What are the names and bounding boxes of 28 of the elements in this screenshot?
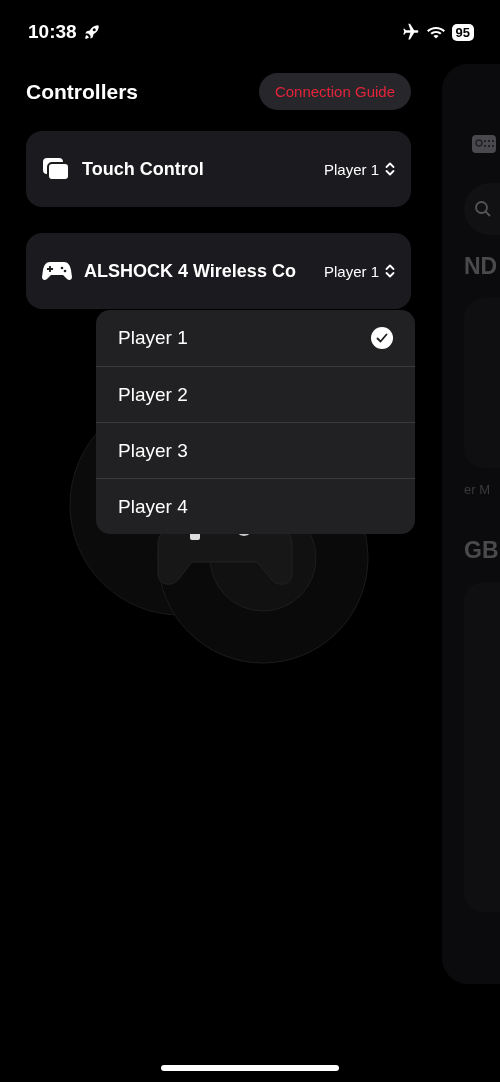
wifi-icon	[425, 24, 446, 40]
gamepad-icon	[42, 260, 72, 282]
keyboard-icon	[472, 135, 496, 153]
checkmark-icon	[371, 327, 393, 349]
player-selector[interactable]: Player 1	[323, 262, 395, 280]
menu-item[interactable]: Player 3	[96, 422, 415, 478]
menu-item-label: Player 3	[118, 439, 188, 462]
controller-card[interactable]: ALSHOCK 4 Wireless Co Player 1	[26, 233, 411, 309]
menu-item-label: Player 4	[118, 495, 188, 518]
chevron-updown-icon	[385, 161, 395, 177]
menu-item[interactable]: Player 4	[96, 478, 415, 534]
section-heading: ND	[464, 253, 499, 280]
menu-item[interactable]: Player 1	[96, 310, 415, 366]
rocket-icon	[82, 23, 101, 41]
menu-item[interactable]: Player 2	[96, 366, 415, 422]
controller-name: ALSHOCK 4 Wireless Co	[84, 260, 297, 282]
chevron-updown-icon	[385, 263, 395, 279]
controller-name: Touch Control	[82, 158, 205, 180]
stacked-screens-icon	[42, 157, 70, 181]
search-icon	[474, 200, 492, 218]
menu-item-label: Player 2	[118, 383, 188, 406]
player-selector[interactable]: Player 1	[323, 160, 395, 178]
menu-item-label: Player 1	[118, 327, 188, 349]
controller-card[interactable]: Touch Control Player 1	[26, 131, 411, 207]
page-title: Controllers	[26, 79, 138, 104]
battery-indicator: 95	[451, 23, 474, 41]
section-heading: GB	[464, 537, 500, 564]
status-time: 10:38	[28, 21, 77, 43]
